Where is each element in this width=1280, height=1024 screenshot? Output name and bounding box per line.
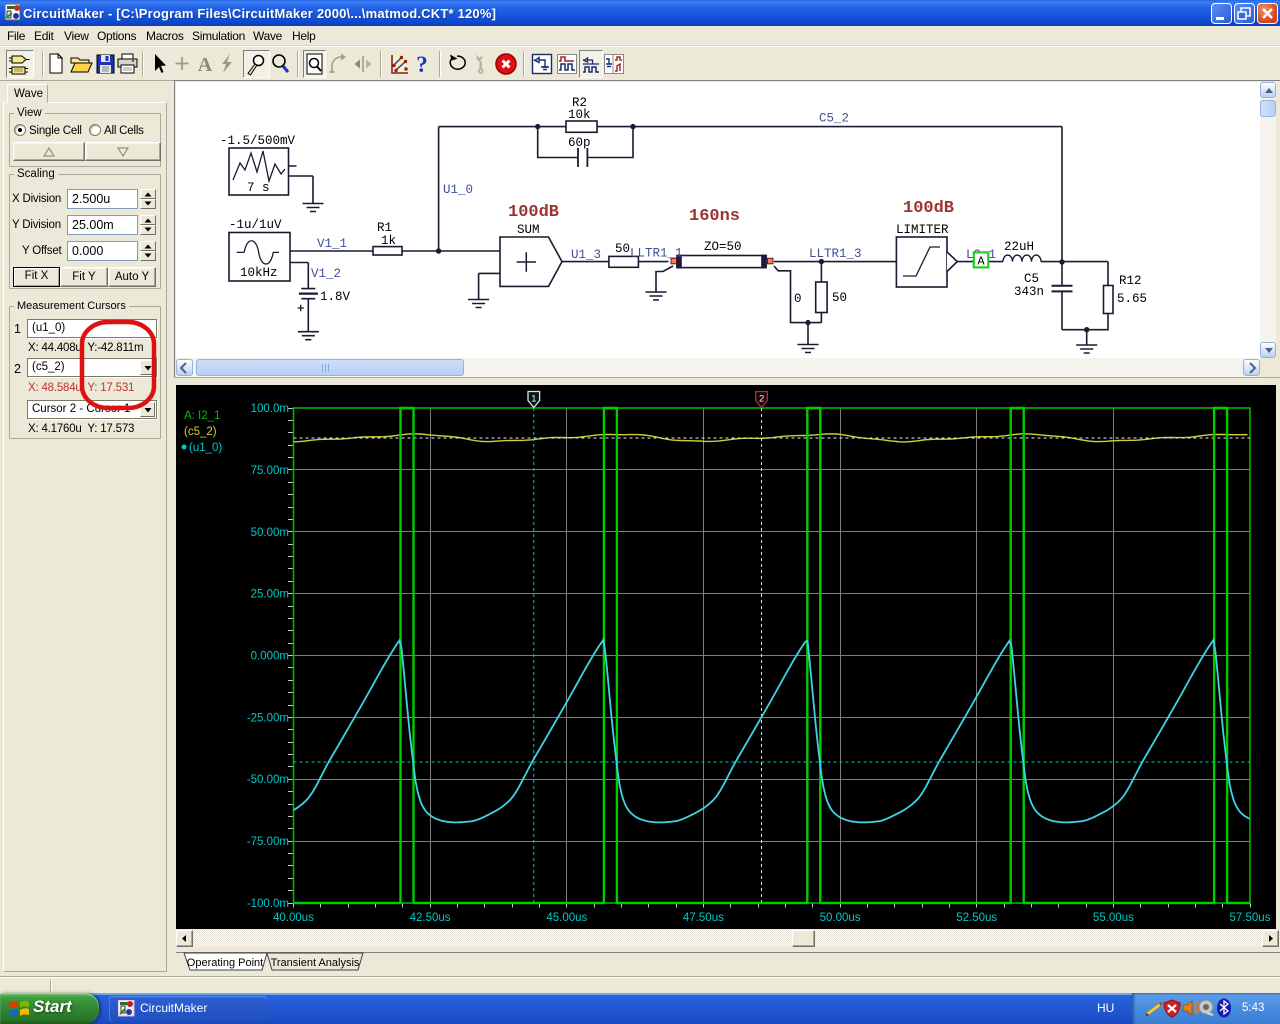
svg-text:Transient Analysis: Transient Analysis xyxy=(271,957,360,969)
svg-text:22uH: 22uH xyxy=(1004,240,1034,254)
svg-text:-1.5/500mV: -1.5/500mV xyxy=(220,134,296,148)
svg-text:Operating Point: Operating Point xyxy=(187,957,263,969)
svg-text:10k: 10k xyxy=(568,108,591,122)
svg-text:50.00us: 50.00us xyxy=(820,912,861,924)
svg-text:160ns: 160ns xyxy=(689,207,740,226)
svg-text:V1_1: V1_1 xyxy=(317,237,347,251)
svg-text:-25.00m: -25.00m xyxy=(247,712,289,724)
svg-text:343n: 343n xyxy=(1014,285,1044,299)
svg-text:U1_3: U1_3 xyxy=(571,248,601,262)
svg-text:1k: 1k xyxy=(381,234,396,248)
svg-text:-75.00m: -75.00m xyxy=(247,836,289,848)
svg-text:0.000m: 0.000m xyxy=(251,651,289,663)
svg-text:47.50us: 47.50us xyxy=(683,912,724,924)
svg-text:R1: R1 xyxy=(377,221,392,235)
svg-text:-100.0m: -100.0m xyxy=(247,898,289,910)
svg-text:57.50us: 57.50us xyxy=(1230,912,1271,924)
svg-text:A: A xyxy=(198,54,213,76)
svg-text:60p: 60p xyxy=(568,136,591,150)
svg-text:100dB: 100dB xyxy=(903,199,954,218)
svg-text:5.65: 5.65 xyxy=(1117,292,1147,306)
svg-text:1: 1 xyxy=(531,394,536,405)
svg-text:50: 50 xyxy=(832,291,847,305)
svg-text:25.00m: 25.00m xyxy=(251,589,289,601)
svg-text:A: I2_1: A: I2_1 xyxy=(184,410,220,422)
svg-text:52.50us: 52.50us xyxy=(956,912,997,924)
svg-text:100.0m: 100.0m xyxy=(251,403,289,415)
svg-text:0: 0 xyxy=(794,292,802,306)
svg-text:2: 2 xyxy=(759,394,764,405)
svg-text:C5: C5 xyxy=(1024,272,1039,286)
svg-text:(c5_2): (c5_2) xyxy=(184,426,217,438)
svg-text:C5_2: C5_2 xyxy=(819,112,849,126)
svg-text:45.00us: 45.00us xyxy=(546,912,587,924)
svg-text:50.00m: 50.00m xyxy=(251,527,289,539)
svg-text:75.00m: 75.00m xyxy=(251,465,289,477)
svg-text:-50.00m: -50.00m xyxy=(247,774,289,786)
svg-text:7 s: 7 s xyxy=(247,181,270,195)
svg-text:1.8V: 1.8V xyxy=(320,290,351,304)
svg-text:50: 50 xyxy=(615,242,630,256)
svg-text:(u1_0): (u1_0) xyxy=(189,442,222,454)
svg-text:R12: R12 xyxy=(1119,274,1142,288)
svg-text:55.00us: 55.00us xyxy=(1093,912,1134,924)
svg-text:SUM: SUM xyxy=(517,223,540,237)
svg-text:A: A xyxy=(977,255,985,269)
svg-text:42.50us: 42.50us xyxy=(410,912,451,924)
svg-text:LIMITER: LIMITER xyxy=(896,223,949,237)
svg-text:U1_0: U1_0 xyxy=(443,183,473,197)
svg-text:-1u/1uV: -1u/1uV xyxy=(229,218,282,232)
svg-text:ZO=50: ZO=50 xyxy=(704,240,742,254)
svg-text:10kHz: 10kHz xyxy=(240,266,278,280)
svg-text:?: ? xyxy=(416,52,428,77)
svg-text:100dB: 100dB xyxy=(508,203,559,222)
svg-text:V1_2: V1_2 xyxy=(311,267,341,281)
svg-text:LLTR1_3: LLTR1_3 xyxy=(809,247,862,261)
svg-text:40.00us: 40.00us xyxy=(273,912,314,924)
